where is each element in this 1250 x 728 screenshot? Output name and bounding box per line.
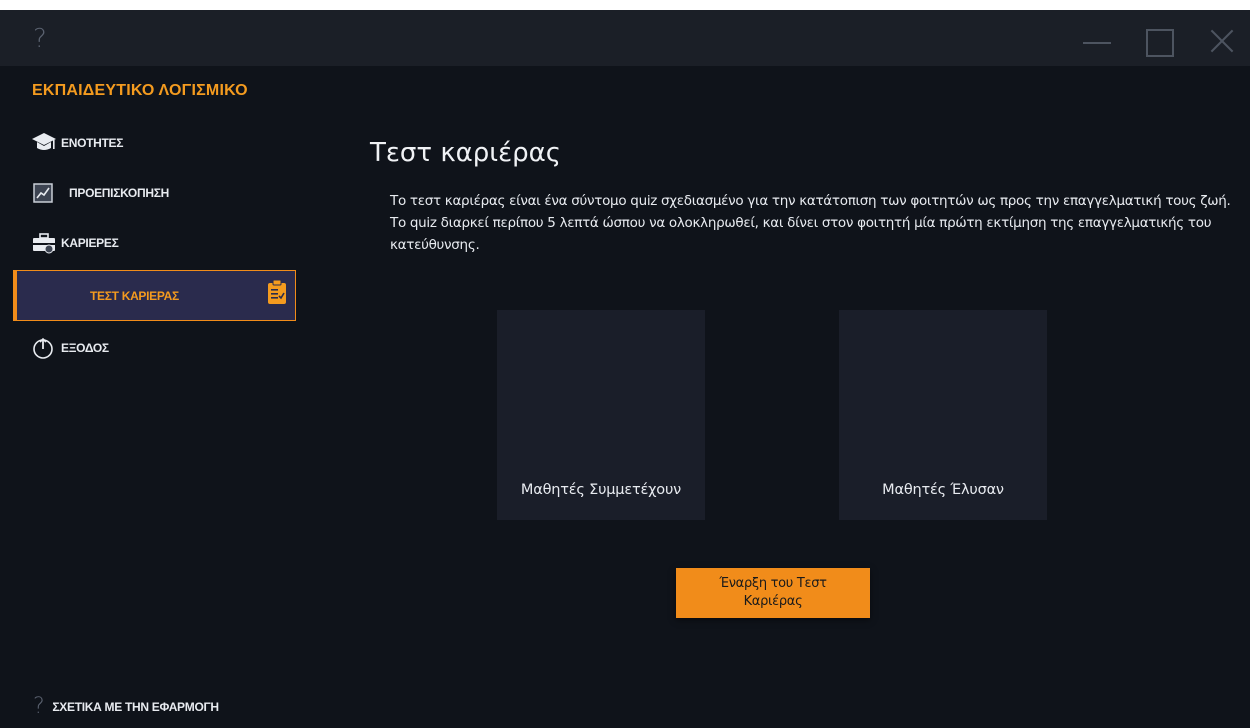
about-label: ΣΧΕΤΙΚΑ ΜΕ ΤΗΝ ΕΦΑΡΜΟΓΗ [52,699,219,714]
chart-icon [31,181,57,205]
graduation-cap-icon [31,131,57,155]
sidebar-item-careers[interactable]: ΚΑΡΙΕΡΕΣ [13,222,296,264]
briefcase-icon [31,231,57,255]
sidebar-item-career-test[interactable]: ΤΕΣΤ ΚΑΡΙΕΡΑΣ [13,270,296,321]
question-icon: ? [33,694,45,719]
maximize-button[interactable] [1141,22,1177,58]
power-icon [31,336,57,360]
card-label: Μαθητές Έλυσαν [882,482,1004,498]
sidebar-item-label: ΠΡΟΕΠΙΣΚΟΠΗΣΗ [69,186,169,200]
sidebar-item-label: ΚΑΡΙΕΡΕΣ [61,236,119,250]
sidebar-item-label: ΕΝΟΤΗΤΕΣ [61,136,124,150]
start-test-label: Έναρξη του Τεστ Καριέρας [719,576,827,609]
page-title: Τεστ καριέρας [370,138,562,168]
about-app-link[interactable]: ? ΣΧΕΤΙΚΑ ΜΕ ΤΗΝ ΕΦΑΡΜΟΓΗ [33,694,219,719]
description-text: Το τεστ καριέρας είναι ένα σύντομο quiz … [390,193,1231,253]
clipboard-icon [267,279,287,305]
sidebar-item-preview[interactable]: ΠΡΟΕΠΙΣΚΟΠΗΣΗ [13,172,296,214]
students-participating-card: Μαθητές Συμμετέχουν [497,310,705,520]
sidebar-item-label: ΤΕΣΤ ΚΑΡΙΕΡΑΣ [90,288,179,303]
title-bar: ? [0,10,1250,66]
students-solved-card: Μαθητές Έλυσαν [839,310,1047,520]
help-icon[interactable]: ? [33,24,47,54]
app-title: ΕΚΠΑΙΔΕΥΤΙΚΟ ΛΟΓΙΣΜΙΚΟ [32,82,248,99]
sidebar-item-label: ΕΞΟΔΟΣ [61,341,109,355]
close-button[interactable] [1204,22,1240,58]
start-test-button[interactable]: Έναρξη του Τεστ Καριέρας [676,568,870,618]
card-label: Μαθητές Συμμετέχουν [520,482,682,498]
app-window: ? ΕΚΠΑΙΔΕΥΤΙΚΟ ΛΟΓΙΣΜΙΚΟ ΕΝΟΤΗΤΕΣ ΠΡΟΕΠΙ… [0,10,1250,728]
sidebar-item-modules[interactable]: ΕΝΟΤΗΤΕΣ [13,122,296,164]
minimize-button[interactable] [1079,22,1115,58]
sidebar-item-exit[interactable]: ΕΞΟΔΟΣ [13,327,296,369]
